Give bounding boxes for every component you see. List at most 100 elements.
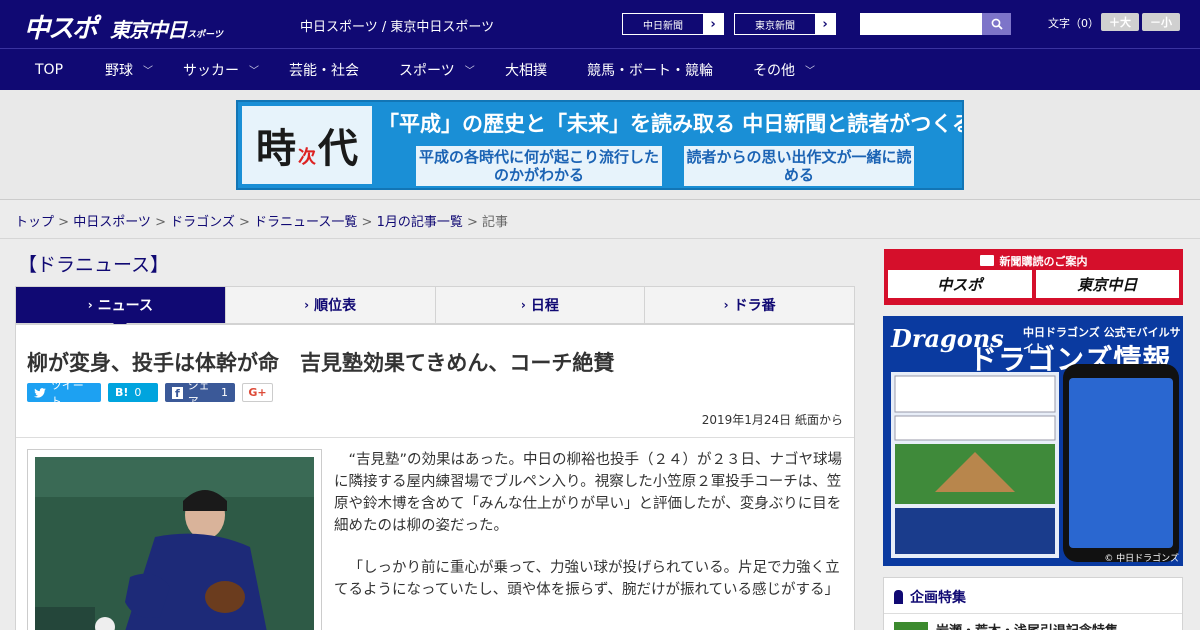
divider bbox=[0, 238, 1200, 239]
site-logo[interactable]: 中スポ 東京中日 スポーツ bbox=[24, 8, 223, 44]
nav-label: 芸能・社会 bbox=[289, 62, 359, 79]
search-input[interactable] bbox=[860, 13, 982, 35]
breadcrumb-dranews-list[interactable]: ドラニュース一覧 bbox=[254, 215, 357, 230]
newspaper-icon bbox=[979, 255, 994, 266]
tweet-button[interactable]: ツイート bbox=[27, 379, 101, 408]
banner-logo-tsugi: 次 bbox=[298, 147, 316, 168]
section-title: 【ドラニュース】 bbox=[18, 254, 170, 276]
tab-standings[interactable]: › 順位表 bbox=[224, 287, 435, 323]
subscription-title-text: 新聞購読のご案内 bbox=[999, 254, 1088, 268]
facebook-icon: f bbox=[172, 386, 183, 400]
banner-box-history: 平成の各時代に何が起こり流行したのかがわかる bbox=[416, 146, 662, 186]
feature-title: 企画特集 bbox=[894, 587, 966, 607]
breadcrumb-sep: > bbox=[234, 215, 255, 230]
breadcrumb-chunichi-sports[interactable]: 中日スポーツ bbox=[73, 215, 151, 230]
nav-item-top[interactable]: TOP bbox=[35, 49, 63, 90]
breadcrumb-sep: > bbox=[150, 215, 171, 230]
feature-item-link[interactable]: 岩瀬・荒木・浅尾引退記念特集 bbox=[936, 620, 1118, 630]
article-body: “吉見塾”の効果はあった。中日の柳裕也投手（２４）が２３日、ナゴヤ球場に隣接する… bbox=[334, 449, 846, 621]
nav-label: TOP bbox=[35, 61, 64, 78]
breadcrumb-january-list[interactable]: 1月の記事一覧 bbox=[377, 215, 463, 230]
chevron-down-icon: ﹀ bbox=[805, 66, 815, 77]
nav-item-sumo[interactable]: 大相撲 bbox=[505, 49, 547, 90]
nav-item-racing[interactable]: 競馬・ボート・競輪 bbox=[587, 49, 713, 90]
breadcrumb-sep: > bbox=[462, 215, 483, 230]
feature-box: 企画特集 岩瀬・荒木・浅尾引退記念特集 bbox=[883, 577, 1183, 630]
tokyo-shimbun-link[interactable]: 東京新聞 › bbox=[734, 13, 836, 35]
google-plus-button[interactable]: G+ bbox=[242, 383, 273, 402]
chunichi-shimbun-link[interactable]: 中日新聞 › bbox=[622, 13, 724, 35]
breadcrumb-sep: > bbox=[54, 215, 74, 230]
phone-illustration bbox=[1063, 364, 1179, 562]
header-bar: 中スポ 東京中日 スポーツ 中日スポーツ / 東京中日スポーツ 中日新聞 › 東… bbox=[0, 0, 1200, 48]
chevron-right-icon: › bbox=[87, 298, 93, 312]
tab-doraban[interactable]: › ドラ番 bbox=[644, 287, 854, 323]
chevron-right-icon: › bbox=[304, 298, 310, 312]
logo-sports-suffix: スポーツ bbox=[187, 30, 223, 40]
chevron-right-icon: › bbox=[710, 16, 716, 32]
nav-label: スポーツ bbox=[399, 62, 455, 79]
link-label: 東京新聞 bbox=[735, 14, 815, 34]
tab-label: ニュース bbox=[97, 298, 153, 314]
nav-item-others[interactable]: その他 ﹀ bbox=[753, 49, 815, 90]
article-photo[interactable] bbox=[35, 457, 314, 630]
divider bbox=[16, 437, 854, 438]
subscribe-chuspo[interactable]: 中スポ bbox=[888, 270, 1032, 298]
article-paragraph: “吉見塾”の効果はあった。中日の柳裕也投手（２４）が２３日、ナゴヤ球場に隣接する… bbox=[334, 452, 843, 534]
breadcrumb-top[interactable]: トップ bbox=[15, 215, 54, 230]
jijidai-banner[interactable]: 時 次 代 「平成」の歴史と「未来」を読み取る 中日新聞と読者がつくるWebサイ… bbox=[236, 100, 964, 190]
breadcrumb-dragons[interactable]: ドラゴンズ bbox=[170, 215, 235, 230]
article-date: 2019年1月24日 紙面から bbox=[701, 413, 843, 427]
feature-ribbon-icon bbox=[894, 590, 903, 604]
logo-tokyo-chunichi: 東京中日 bbox=[110, 18, 187, 42]
breadcrumb: トップ > 中日スポーツ > ドラゴンズ > ドラニュース一覧 > 1月の記事一… bbox=[15, 211, 508, 230]
hatena-count: 0 bbox=[134, 386, 142, 399]
breadcrumb-sep: > bbox=[357, 215, 377, 230]
twitter-icon bbox=[34, 387, 46, 398]
tab-label: 順位表 bbox=[314, 298, 357, 314]
chevron-down-icon: ﹀ bbox=[464, 66, 475, 77]
subscribe-tokyo-chunichi[interactable]: 東京中日 bbox=[1035, 270, 1179, 298]
banner-logo-dai: 代 bbox=[318, 125, 358, 172]
scoreboard-illustration bbox=[891, 372, 1059, 558]
breadcrumb-current: 記事 bbox=[482, 215, 509, 230]
banner-headline: 「平成」の歴史と「未来」を読み取る 中日新聞と読者がつくるWebサイト bbox=[378, 111, 962, 136]
feature-thumbnail[interactable] bbox=[894, 622, 928, 630]
google-plus-icon: G+ bbox=[248, 386, 267, 399]
subscription-options: 中スポ 東京中日 bbox=[886, 270, 1181, 298]
facebook-share-button[interactable]: f シェア 1 bbox=[165, 379, 235, 408]
hatena-button[interactable]: B! 0 bbox=[108, 383, 158, 402]
banner-logo-ji: 時 bbox=[256, 125, 296, 172]
font-size-label: 文字（0） bbox=[1048, 17, 1099, 30]
dragons-mobile-ad[interactable]: Dragons 中日ドラゴンズ 公式モバイルサイト ドラゴンズ情報 © 中日ドラ… bbox=[883, 316, 1183, 566]
tab-label: 日程 bbox=[530, 298, 559, 314]
banner-box-memories: 読者からの思い出作文が一緒に読める bbox=[684, 146, 914, 186]
tab-news[interactable]: › ニュース bbox=[16, 287, 225, 330]
chevron-right-icon: › bbox=[822, 16, 828, 32]
nav-item-entertainment[interactable]: 芸能・社会 bbox=[289, 49, 359, 90]
scoreboard-screenshot bbox=[891, 372, 1059, 558]
facebook-count: 1 bbox=[221, 386, 228, 399]
search-icon bbox=[991, 18, 1003, 30]
nav-label: サッカー bbox=[183, 62, 239, 79]
article-paragraph: 「しっかり前に重心が乗って、力強い球が投げられている。片足で力強く立てるようにな… bbox=[334, 560, 840, 598]
tab-label: ドラ番 bbox=[733, 298, 776, 314]
chevron-down-icon: ﹀ bbox=[249, 66, 259, 77]
tweet-label: ツイート bbox=[50, 378, 84, 408]
nav-label: その他 bbox=[753, 62, 795, 79]
font-smaller-button[interactable]: －小 bbox=[1142, 13, 1180, 31]
dragons-copyright: © 中日ドラゴンズ bbox=[1104, 554, 1179, 564]
nav-item-soccer[interactable]: サッカー ﹀ bbox=[183, 49, 259, 90]
link-label: 中日新聞 bbox=[623, 14, 703, 34]
phone-screen bbox=[1069, 378, 1173, 548]
site-name: 中日スポーツ / 東京中日スポーツ bbox=[300, 20, 495, 35]
banner-area: 時 次 代 「平成」の歴史と「未来」を読み取る 中日新聞と読者がつくるWebサイ… bbox=[0, 90, 1200, 200]
article: 柳が変身、投手は体幹が命 吉見塾効果てきめん、コーチ絶賛 ツイート B! 0 f… bbox=[15, 324, 855, 630]
font-bigger-button[interactable]: ＋大 bbox=[1101, 13, 1139, 31]
nav-item-baseball[interactable]: 野球 ﹀ bbox=[105, 49, 153, 90]
nav-item-sports[interactable]: スポーツ ﹀ bbox=[399, 49, 475, 90]
tab-schedule[interactable]: › 日程 bbox=[434, 287, 645, 323]
search-button[interactable] bbox=[982, 13, 1011, 35]
subscription-ad-title: 新聞購読のご案内 bbox=[886, 251, 1181, 270]
subscription-ad[interactable]: 新聞購読のご案内 中スポ 東京中日 bbox=[884, 249, 1183, 305]
